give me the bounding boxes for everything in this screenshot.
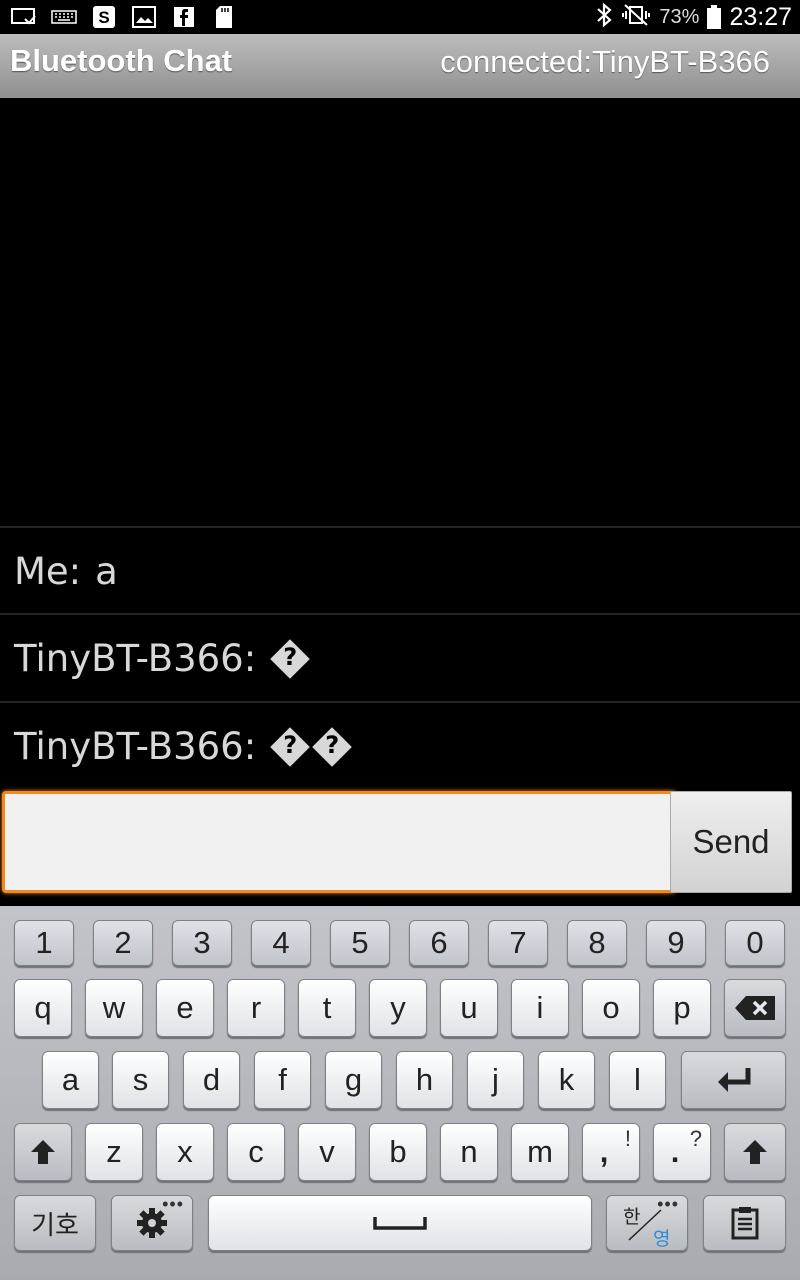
key-j[interactable]: j	[467, 1051, 524, 1109]
message-text-value: a	[95, 550, 118, 593]
key-a[interactable]: a	[42, 1051, 99, 1109]
key-e[interactable]: e	[156, 979, 214, 1037]
language-key[interactable]: 한 영 •••	[606, 1194, 688, 1251]
key-x[interactable]: x	[156, 1123, 214, 1181]
key-1[interactable]: 1	[14, 920, 74, 966]
key-0[interactable]: 0	[725, 920, 785, 966]
key-d[interactable]: d	[183, 1051, 240, 1109]
key-p[interactable]: p	[653, 979, 711, 1037]
key-c[interactable]: c	[227, 1123, 285, 1181]
facebook-icon	[170, 5, 198, 29]
key-z[interactable]: z	[85, 1123, 143, 1181]
message-text: a	[95, 550, 118, 593]
space-key[interactable]	[208, 1195, 592, 1251]
sd-card-icon	[210, 5, 238, 29]
message-sender: TinyBT-B366:	[14, 637, 257, 680]
key-t[interactable]: t	[298, 979, 356, 1037]
soft-keyboard: 1 2 3 4 5 6 7 8 9 0 q w e r t y u i o p …	[0, 906, 800, 1280]
app-title: Bluetooth Chat	[10, 43, 233, 78]
key-4[interactable]: 4	[251, 920, 311, 966]
key-o[interactable]: o	[582, 979, 640, 1037]
clipboard-icon	[731, 1207, 758, 1240]
status-bar: S 73% 23:27	[0, 0, 800, 34]
shift-icon	[31, 1140, 55, 1164]
symbols-key[interactable]: 기호	[14, 1195, 96, 1251]
key-i[interactable]: i	[511, 979, 569, 1037]
message-sender: TinyBT-B366:	[14, 725, 257, 768]
key-9[interactable]: 9	[646, 920, 706, 966]
system-icons: 73% 23:27	[595, 0, 792, 34]
key-y[interactable]: y	[369, 979, 427, 1037]
key-r[interactable]: r	[227, 979, 285, 1037]
replacement-char-icon: ?	[312, 727, 352, 767]
key-q[interactable]: q	[14, 979, 72, 1037]
keyboard-icon	[50, 5, 78, 29]
message-sender: Me:	[14, 550, 82, 593]
message-row: Me: a	[0, 526, 800, 615]
enter-key[interactable]	[681, 1051, 786, 1109]
message-text: ??	[270, 727, 352, 767]
more-dots-icon: •••	[657, 1194, 679, 1214]
compose-bar: Send	[0, 788, 800, 906]
period-sup-label: ?	[689, 1126, 702, 1151]
key-l[interactable]: l	[609, 1051, 666, 1109]
key-6[interactable]: 6	[409, 920, 469, 966]
backspace-icon	[735, 996, 775, 1020]
key-h[interactable]: h	[396, 1051, 453, 1109]
enter-icon	[717, 1068, 750, 1092]
svg-text:S: S	[98, 8, 109, 27]
language-english-label: 영	[653, 1229, 671, 1250]
message-row: TinyBT-B366: ??	[0, 701, 800, 790]
clock: 23:27	[729, 2, 792, 31]
comma-label: ,	[599, 1134, 609, 1169]
clipboard-key[interactable]	[703, 1195, 786, 1251]
key-b[interactable]: b	[369, 1123, 427, 1181]
space-icon	[373, 1217, 427, 1230]
cast-icon	[10, 5, 38, 29]
key-v[interactable]: v	[298, 1123, 356, 1181]
key-7[interactable]: 7	[488, 920, 548, 966]
gallery-icon	[130, 5, 158, 29]
key-s[interactable]: s	[112, 1051, 169, 1109]
key-m[interactable]: m	[511, 1123, 569, 1181]
replacement-char-icon: ?	[270, 727, 310, 767]
backspace-key[interactable]	[724, 979, 786, 1037]
key-u[interactable]: u	[440, 979, 498, 1037]
send-button[interactable]: Send	[670, 791, 792, 893]
key-3[interactable]: 3	[172, 920, 232, 966]
skype-icon: S	[90, 5, 118, 29]
action-bar: Bluetooth Chat connected:TinyBT-B366	[0, 34, 800, 99]
replacement-char-icon: ?	[270, 639, 310, 679]
shift-icon	[743, 1140, 767, 1164]
shift-key-right[interactable]	[724, 1123, 786, 1181]
key-5[interactable]: 5	[330, 920, 390, 966]
key-g[interactable]: g	[325, 1051, 382, 1109]
key-w[interactable]: w	[85, 979, 143, 1037]
conversation-list[interactable]: Me: a TinyBT-B366: ? TinyBT-B366: ??	[0, 98, 800, 790]
key-8[interactable]: 8	[567, 920, 627, 966]
notification-icons: S	[10, 4, 238, 30]
battery-percent: 73%	[659, 5, 700, 28]
period-key[interactable]: . ?	[653, 1123, 711, 1181]
bluetooth-icon	[595, 2, 613, 33]
more-dots-icon: •••	[162, 1194, 184, 1214]
period-label: .	[670, 1134, 680, 1169]
shift-key-left[interactable]	[14, 1123, 72, 1181]
vibrate-off-icon	[621, 3, 651, 32]
key-n[interactable]: n	[440, 1123, 498, 1181]
settings-key[interactable]: •••	[111, 1194, 193, 1251]
key-k[interactable]: k	[538, 1051, 595, 1109]
message-text: ?	[270, 639, 310, 679]
comma-key[interactable]: , !	[582, 1123, 640, 1181]
connection-status: connected:TinyBT-B366	[440, 44, 770, 79]
message-row: TinyBT-B366: ?	[0, 613, 800, 702]
key-2[interactable]: 2	[93, 920, 153, 966]
message-input[interactable]	[2, 791, 676, 893]
key-f[interactable]: f	[254, 1051, 311, 1109]
battery-icon	[707, 5, 722, 29]
comma-sup-label: !	[624, 1126, 631, 1151]
